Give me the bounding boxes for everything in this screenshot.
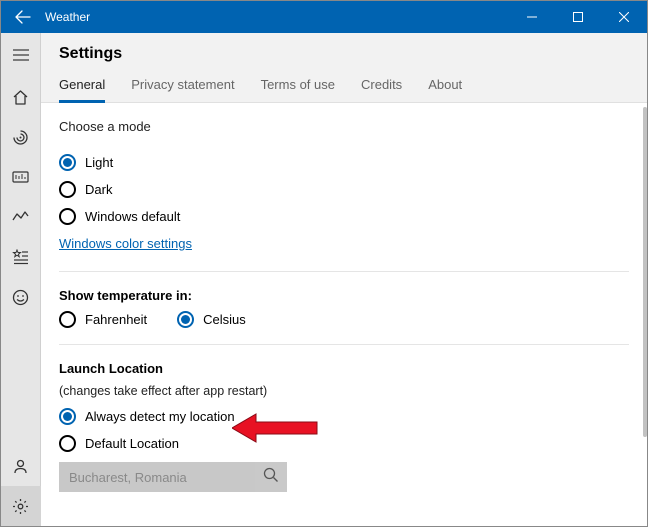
tab-privacy[interactable]: Privacy statement: [131, 77, 234, 102]
divider: [59, 271, 629, 272]
radio-icon: [177, 311, 194, 328]
hamburger-icon: [13, 49, 29, 61]
tab-credits[interactable]: Credits: [361, 77, 402, 102]
arrow-left-icon: [15, 9, 31, 25]
sidebar-item-hourly[interactable]: [1, 197, 41, 237]
radio-detect-location[interactable]: Always detect my location: [59, 408, 629, 425]
settings-header: Settings General Privacy statement Terms…: [41, 33, 647, 103]
radio-icon: [59, 181, 76, 198]
close-icon: [619, 12, 629, 22]
radio-fahrenheit[interactable]: Fahrenheit: [59, 311, 147, 328]
color-settings-link[interactable]: Windows color settings: [59, 236, 192, 251]
launch-heading: Launch Location: [59, 361, 629, 376]
sidebar-item-favorites[interactable]: [1, 237, 41, 277]
scroll-area: Choose a mode Light Dark Windows default…: [41, 103, 647, 526]
minimize-icon: [527, 12, 537, 22]
radio-label: Dark: [85, 182, 112, 197]
tabs: General Privacy statement Terms of use C…: [59, 77, 629, 102]
radio-default-location[interactable]: Default Location: [59, 435, 629, 452]
smiley-icon: [12, 289, 29, 306]
window-controls: [509, 1, 647, 33]
minimize-button[interactable]: [509, 1, 555, 33]
location-input-wrap: [59, 462, 287, 492]
sidebar-item-maps[interactable]: [1, 117, 41, 157]
tab-about[interactable]: About: [428, 77, 462, 102]
home-icon: [12, 89, 29, 106]
radio-light[interactable]: Light: [59, 154, 629, 171]
sidebar-item-settings[interactable]: [1, 486, 41, 526]
maximize-icon: [573, 12, 583, 22]
radio-label: Fahrenheit: [85, 312, 147, 327]
hamburger-button[interactable]: [1, 33, 41, 77]
radio-dark[interactable]: Dark: [59, 181, 629, 198]
mode-heading: Choose a mode: [59, 119, 629, 134]
temp-heading: Show temperature in:: [59, 288, 629, 303]
tab-terms[interactable]: Terms of use: [261, 77, 335, 102]
radio-label: Windows default: [85, 209, 180, 224]
radio-icon: [59, 154, 76, 171]
launch-subtext: (changes take effect after app restart): [59, 384, 629, 398]
radio-celsius[interactable]: Celsius: [177, 311, 246, 328]
tab-general[interactable]: General: [59, 77, 105, 102]
close-button[interactable]: [601, 1, 647, 33]
page-title: Settings: [59, 45, 629, 63]
radio-label: Default Location: [85, 436, 179, 451]
sidebar-item-account[interactable]: [1, 446, 41, 486]
radar-icon: [12, 129, 29, 146]
content: Settings General Privacy statement Terms…: [41, 33, 647, 526]
radio-icon: [59, 408, 76, 425]
sidebar-item-historical[interactable]: [1, 157, 41, 197]
radio-label: Celsius: [203, 312, 246, 327]
divider: [59, 344, 629, 345]
radio-icon: [59, 311, 76, 328]
radio-icon: [59, 435, 76, 452]
radio-icon: [59, 208, 76, 225]
star-list-icon: [12, 249, 29, 265]
gear-icon: [12, 498, 29, 515]
temp-row: Fahrenheit Celsius: [59, 311, 629, 328]
sidebar: [1, 33, 41, 526]
titlebar: Weather: [1, 1, 647, 33]
person-icon: [12, 458, 29, 475]
chart-icon: [12, 170, 29, 184]
back-button[interactable]: [1, 1, 45, 33]
trend-icon: [12, 210, 29, 224]
radio-windows-default[interactable]: Windows default: [59, 208, 629, 225]
search-icon: [263, 467, 279, 487]
location-input: [59, 462, 287, 492]
sidebar-item-forecast[interactable]: [1, 77, 41, 117]
scrollbar[interactable]: [643, 103, 647, 526]
scrollbar-thumb[interactable]: [643, 107, 647, 437]
maximize-button[interactable]: [555, 1, 601, 33]
app-title: Weather: [45, 10, 90, 24]
main-area: Settings General Privacy statement Terms…: [1, 33, 647, 526]
radio-label: Light: [85, 155, 113, 170]
radio-label: Always detect my location: [85, 409, 235, 424]
sidebar-item-news[interactable]: [1, 277, 41, 317]
